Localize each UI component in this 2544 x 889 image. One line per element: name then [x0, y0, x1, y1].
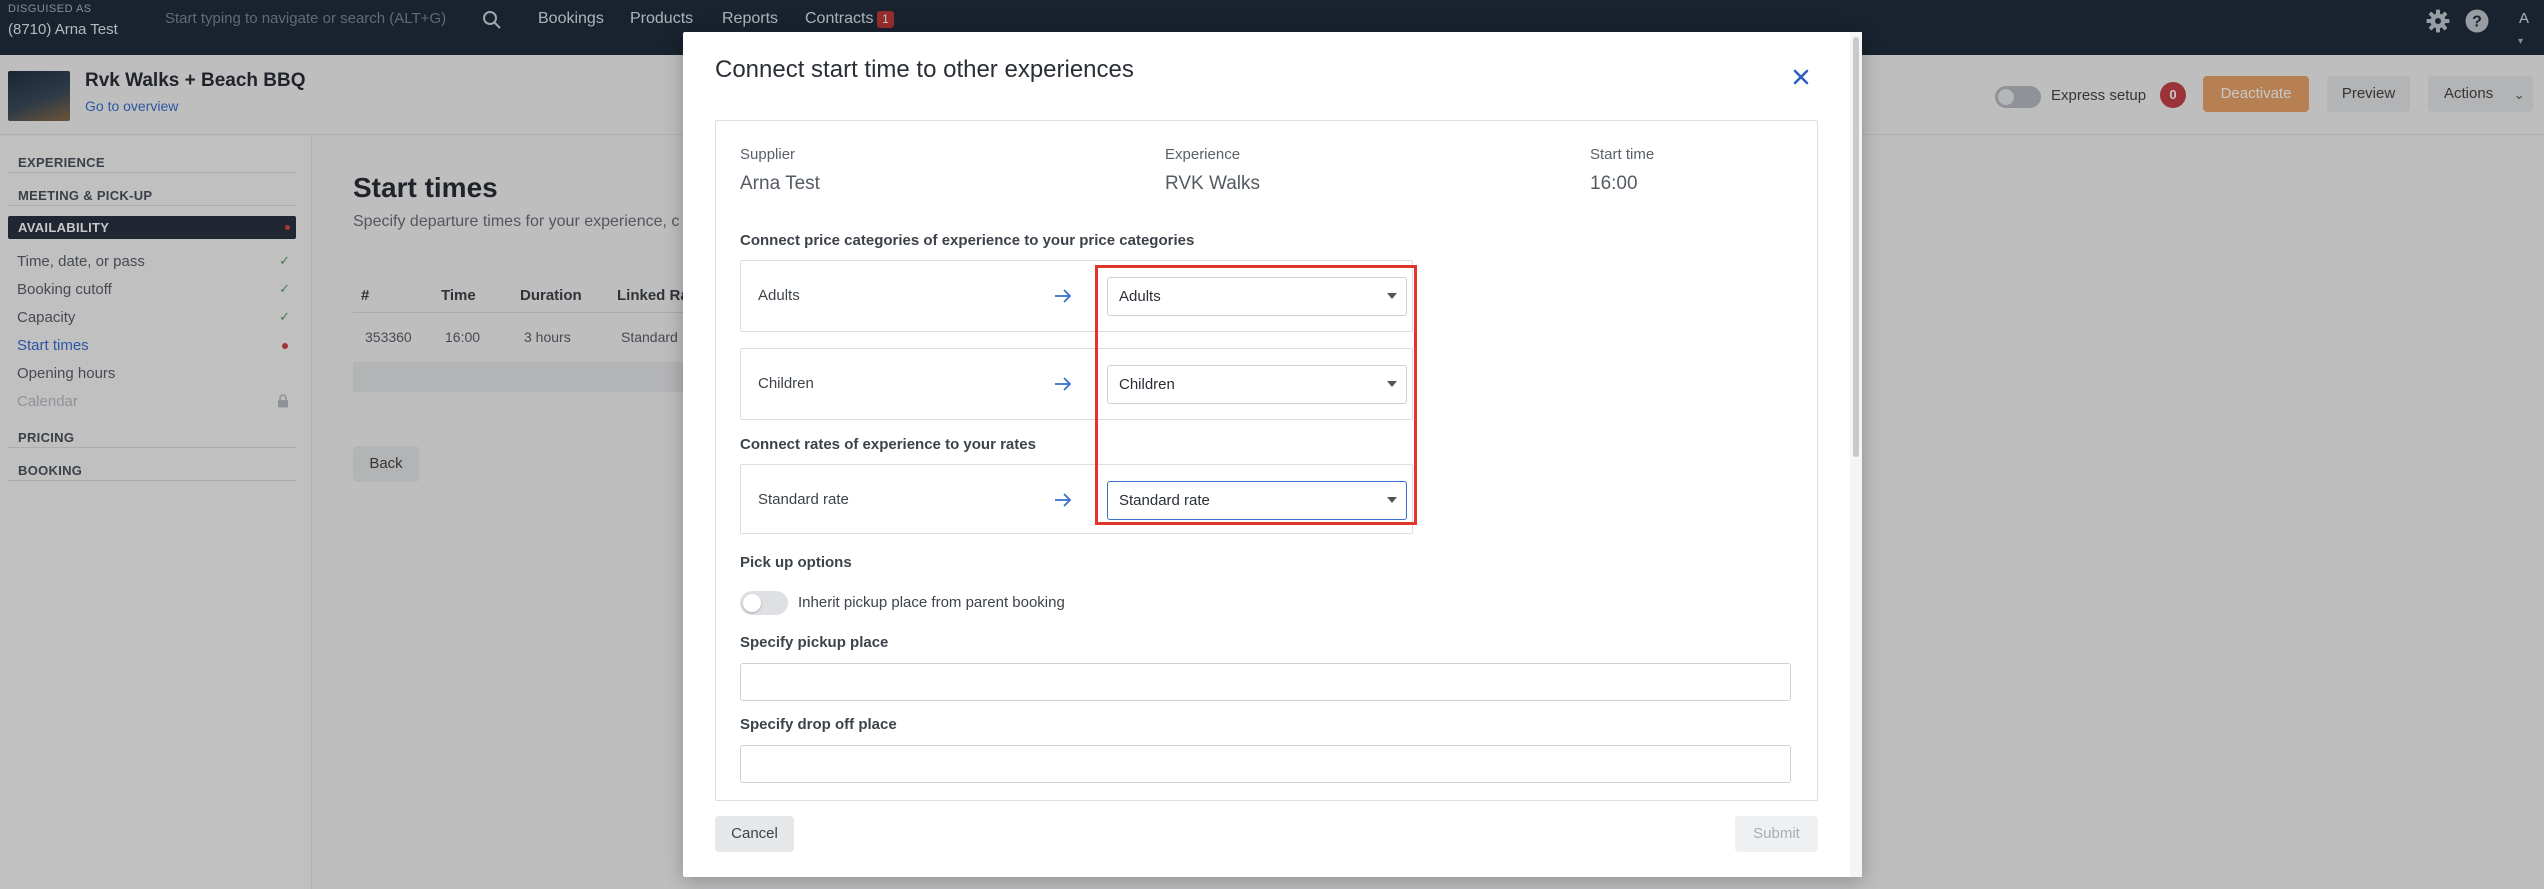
select-value: Standard rate — [1119, 492, 1210, 509]
price-category-name: Adults — [758, 287, 800, 304]
rate-name: Standard rate — [758, 491, 849, 508]
inherit-pickup-toggle[interactable] — [740, 591, 788, 615]
caret-down-icon — [1387, 293, 1397, 299]
price-category-name: Children — [758, 375, 814, 392]
experience-value: RVK Walks — [1165, 173, 1261, 194]
modal-title: Connect start time to other experiences — [715, 56, 1134, 83]
price-category-row: Adults Adults — [740, 260, 1413, 332]
rate-select[interactable]: Standard rate — [1107, 481, 1407, 520]
supplier-label: Supplier — [740, 146, 796, 163]
supplier-value: Arna Test — [740, 173, 820, 194]
rate-row: Standard rate Standard rate — [740, 464, 1413, 534]
pickup-options-heading: Pick up options — [740, 554, 852, 571]
scrollbar[interactable] — [1850, 32, 1862, 877]
pickup-place-input[interactable] — [740, 663, 1791, 701]
submit-button[interactable]: Submit — [1735, 816, 1818, 852]
price-category-select[interactable]: Adults — [1107, 277, 1407, 316]
arrow-right-icon — [1055, 289, 1072, 303]
select-value: Adults — [1119, 288, 1161, 305]
arrow-right-icon — [1055, 493, 1072, 507]
dropoff-place-input[interactable] — [740, 745, 1791, 783]
experience-label: Experience — [1165, 146, 1241, 163]
arrow-right-icon — [1055, 377, 1072, 391]
dropoff-place-label: Specify drop off place — [740, 716, 897, 733]
select-value: Children — [1119, 376, 1175, 393]
start-time-label: Start time — [1590, 146, 1655, 163]
inherit-pickup-label: Inherit pickup place from parent booking — [798, 594, 1065, 611]
start-time-value: 16:00 — [1590, 173, 1638, 194]
rates-heading: Connect rates of experience to your rate… — [740, 436, 1036, 453]
price-category-row: Children Children — [740, 348, 1413, 420]
modal-body: Supplier Arna Test Experience RVK Walks … — [715, 120, 1818, 801]
pickup-place-label: Specify pickup place — [740, 634, 889, 651]
price-categories-heading: Connect price categories of experience t… — [740, 232, 1195, 249]
caret-down-icon — [1387, 497, 1397, 503]
close-icon[interactable] — [1786, 62, 1816, 92]
caret-down-icon — [1387, 381, 1397, 387]
price-category-select[interactable]: Children — [1107, 365, 1407, 404]
connect-start-time-modal: Connect start time to other experiences … — [683, 32, 1862, 877]
cancel-button[interactable]: Cancel — [715, 816, 794, 852]
